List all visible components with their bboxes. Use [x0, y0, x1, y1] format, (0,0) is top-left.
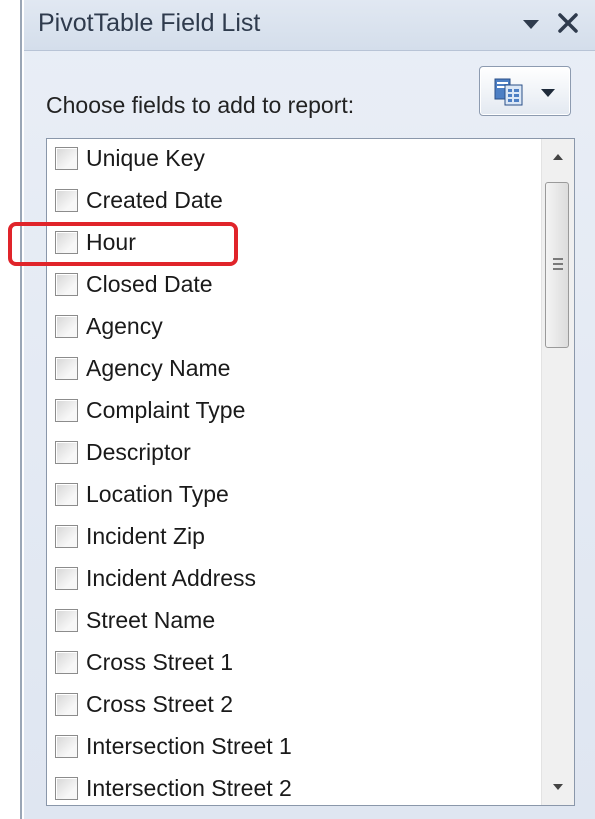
field-label: Intersection Street 2 — [86, 775, 292, 801]
field-label: Cross Street 2 — [86, 691, 233, 717]
field-item[interactable]: Hour — [47, 223, 542, 263]
field-item[interactable]: Agency — [47, 307, 542, 347]
field-checkbox[interactable] — [55, 273, 78, 296]
field-label: Unique Key — [86, 145, 205, 171]
field-checkbox[interactable] — [55, 147, 78, 170]
scroll-down-arrow-icon[interactable] — [542, 771, 574, 805]
field-checkbox[interactable] — [55, 399, 78, 422]
field-label: Location Type — [86, 481, 229, 507]
field-checkbox[interactable] — [55, 609, 78, 632]
close-icon[interactable] — [555, 10, 581, 36]
field-checkbox[interactable] — [55, 525, 78, 548]
field-item[interactable]: Closed Date — [47, 265, 542, 305]
field-item[interactable]: Intersection Street 2 — [47, 769, 542, 805]
field-label: Created Date — [86, 187, 223, 213]
field-label: Closed Date — [86, 271, 213, 297]
field-checkbox[interactable] — [55, 777, 78, 800]
field-item[interactable]: Street Name — [47, 601, 542, 641]
field-label: Incident Zip — [86, 523, 205, 549]
field-item[interactable]: Incident Address — [47, 559, 542, 599]
field-checkbox[interactable] — [55, 315, 78, 338]
field-item[interactable]: Cross Street 1 — [47, 643, 542, 683]
field-checkbox[interactable] — [55, 735, 78, 758]
field-checkbox[interactable] — [55, 441, 78, 464]
vertical-scrollbar[interactable] — [541, 139, 574, 805]
field-list: Unique Key Created Date Hour Closed Date Age… — [47, 139, 542, 805]
field-label: Intersection Street 1 — [86, 733, 292, 759]
scroll-grip-icon — [552, 257, 564, 271]
choose-fields-label: Choose fields to add to report: — [46, 92, 355, 118]
field-label: Descriptor — [86, 439, 191, 465]
field-item[interactable]: Complaint Type — [47, 391, 542, 431]
field-label: Street Name — [86, 607, 216, 633]
field-list-box[interactable]: Unique Key Created Date Hour Closed Date Age… — [46, 138, 575, 806]
field-checkbox[interactable] — [55, 693, 78, 716]
field-item[interactable]: Unique Key — [47, 139, 542, 179]
field-checkbox[interactable] — [55, 189, 78, 212]
field-label: Agency — [86, 313, 163, 339]
field-label: Hour — [86, 229, 136, 255]
pane-title: PivotTable Field List — [38, 9, 261, 37]
field-checkbox[interactable] — [55, 231, 78, 254]
field-label: Incident Address — [86, 565, 257, 591]
pivottable-field-list-pane: PivotTable Field List Choose fields to a… — [24, 0, 595, 819]
field-item[interactable]: Descriptor — [47, 433, 542, 473]
triangle-down-icon[interactable] — [519, 12, 543, 36]
field-checkbox[interactable] — [55, 567, 78, 590]
field-checkbox[interactable] — [55, 651, 78, 674]
field-list-layout-icon — [494, 78, 524, 106]
field-checkbox[interactable] — [55, 483, 78, 506]
field-label: Cross Street 1 — [86, 649, 233, 675]
field-item[interactable]: Incident Zip — [47, 517, 542, 557]
field-label: Agency Name — [86, 355, 231, 381]
window-left-edge — [0, 0, 22, 819]
field-item[interactable]: Location Type — [47, 475, 542, 515]
chevron-down-icon — [540, 86, 556, 98]
field-checkbox[interactable] — [55, 357, 78, 380]
field-item[interactable]: Created Date — [47, 181, 542, 221]
field-layout-button[interactable] — [479, 66, 571, 116]
scroll-up-arrow-icon[interactable] — [542, 139, 574, 173]
field-item[interactable]: Agency Name — [47, 349, 542, 389]
field-item[interactable]: Intersection Street 1 — [47, 727, 542, 767]
pane-title-bar: PivotTable Field List — [24, 0, 595, 51]
field-item[interactable]: Cross Street 2 — [47, 685, 542, 725]
scrollbar-thumb[interactable] — [545, 182, 569, 348]
field-label: Complaint Type — [86, 397, 246, 423]
